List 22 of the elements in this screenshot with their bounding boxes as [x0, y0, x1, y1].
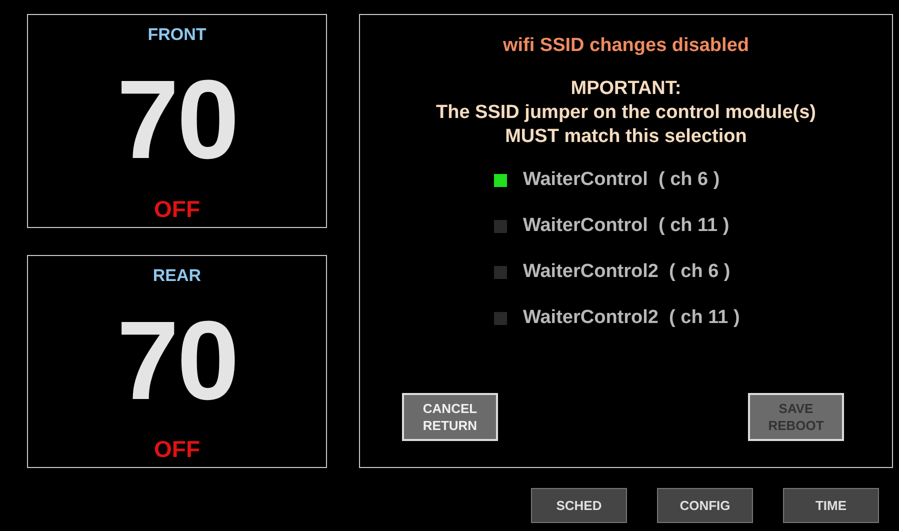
radio-indicator[interactable] [494, 266, 507, 278]
notice-text: wifi SSID changes disabled [502, 35, 749, 57]
ssid-option[interactable]: WaiterControl2 ( ch 11 ) [523, 307, 740, 329]
zone-name: FRONT [148, 25, 206, 45]
nav-button[interactable]: CONFIG [657, 488, 753, 523]
warning-title: MPORTANT: [570, 77, 682, 101]
radio-indicator[interactable] [494, 312, 507, 324]
temperature-value: 70 [116, 64, 238, 176]
warning-text: The SSID jumper on the control module(s) [436, 101, 816, 125]
zone-status: OFF [154, 196, 200, 222]
zone-name: REAR [152, 266, 202, 286]
ssid-option[interactable]: WaiterControl2 ( ch 6 ) [523, 261, 730, 283]
radio-indicator[interactable] [494, 174, 507, 186]
warning-text: MUST match this selection [505, 125, 747, 149]
zone-status: OFF [154, 436, 200, 463]
temperature-value: 70 [116, 304, 238, 417]
radio-indicator[interactable] [494, 220, 507, 232]
ssid-option[interactable]: WaiterControl ( ch 6 ) [523, 169, 720, 191]
action-button[interactable]: CANCEL RETURN [402, 393, 498, 441]
nav-button[interactable]: TIME [783, 488, 879, 523]
ssid-option[interactable]: WaiterControl ( ch 11 ) [523, 215, 730, 237]
nav-button[interactable]: SCHED [531, 488, 627, 523]
